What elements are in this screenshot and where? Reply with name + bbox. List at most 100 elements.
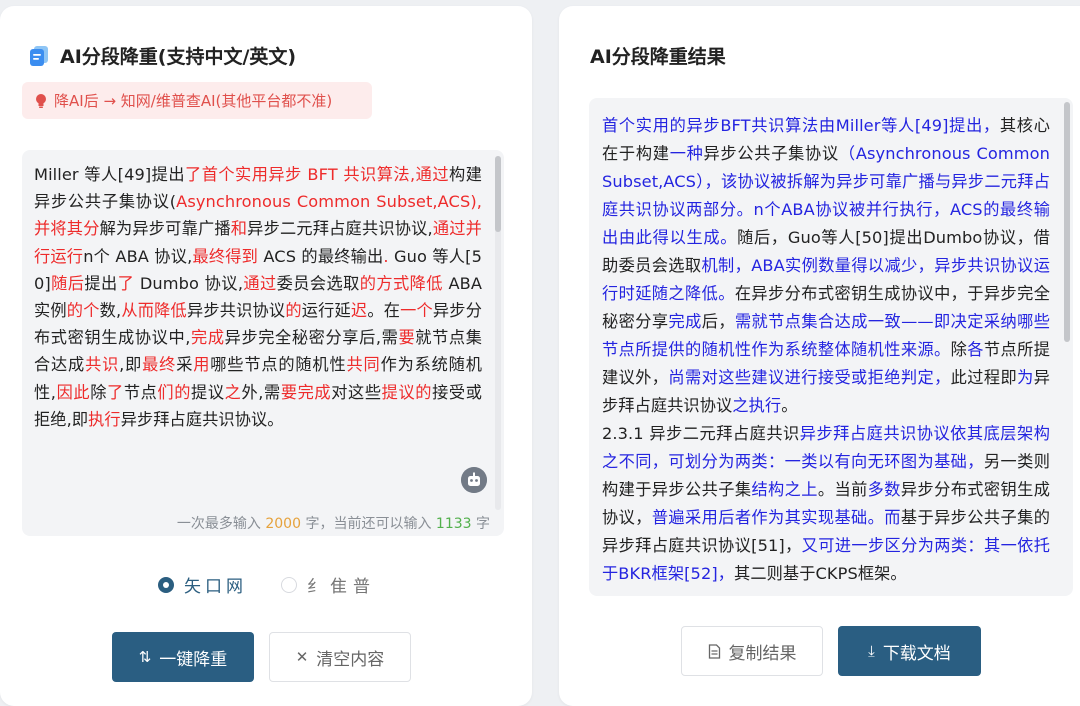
edited-text-segment: 多数	[867, 480, 901, 499]
radio-unchecked-icon	[281, 576, 297, 593]
edited-text-segment: 了	[107, 382, 124, 402]
dedupe-icon: ⇅	[138, 648, 152, 666]
result-textarea[interactable]: 首个实用的异步BFT共识算法由Miller等人[49]提出，其核心在于构建一种异…	[589, 98, 1073, 596]
text-segment: 采	[176, 355, 194, 375]
edited-text-segment: 了首个实用异步 BFT 共识算法,通过	[185, 165, 450, 184]
edited-text-segment: 和	[230, 219, 248, 239]
dedupe-button-label: 一键降重	[159, 649, 228, 670]
text-segment: 委员会选取	[276, 273, 360, 293]
radio-vip-label: 纟隹普	[307, 577, 376, 597]
edited-text-segment: 首个实用的异步BFT共识算法由Miller等人[49]提出，	[602, 116, 1000, 135]
input-panel-title: AI分段降重(支持中文/英文)	[60, 46, 297, 68]
edited-text-segment: 提议的	[381, 382, 433, 402]
dedupe-button[interactable]: ⇅ 一键降重	[112, 632, 254, 682]
edited-text-segment: 一个	[400, 301, 433, 321]
edited-text-segment: 共识	[85, 355, 120, 375]
radio-cnki-label: 矢口网	[184, 577, 247, 597]
result-panel-title: AI分段降重结果	[590, 46, 726, 68]
text-segment: 。	[781, 396, 798, 415]
edited-text-segment: 的个	[66, 301, 100, 321]
copy-button-label: 复制结果	[728, 643, 797, 664]
edited-text-segment: 最终	[142, 355, 177, 375]
text-segment: 后，	[701, 312, 735, 331]
edited-text-segment: 之	[224, 382, 242, 402]
text-segment: 除	[90, 382, 107, 402]
edited-text-segment: 最终得到	[192, 246, 259, 266]
result-text: 首个实用的异步BFT共识算法由Miller等人[49]提出，其核心在于构建一种异…	[602, 112, 1050, 588]
edited-text-segment: 的	[285, 301, 302, 321]
ai-detection-tip: 降AI后 → 知网/维普查AI(其他平台都不准)	[22, 82, 372, 119]
counter-mid: 字，当前还可以输入	[301, 516, 436, 532]
edited-text-segment: 要完成	[280, 382, 332, 402]
counter-prefix: 一次最多输入	[176, 516, 266, 532]
close-icon: ✕	[295, 648, 309, 666]
text-segment: 运行延	[301, 301, 351, 321]
edited-text-segment: 一种	[669, 144, 704, 163]
text-segment: 异步二元拜占庭共识协议,	[247, 219, 433, 239]
input-panel: AI分段降重(支持中文/英文) 降AI后 → 知网/维普查AI(其他平台都不准)…	[0, 6, 532, 706]
download-button-label: 下载文档	[882, 643, 951, 664]
text-segment: 除	[950, 340, 968, 359]
edited-text-segment: 尚需对这些建议进行接受或拒绝判定，	[668, 368, 951, 387]
text-segment: 异步公共子集协议	[703, 144, 839, 163]
text-segment: 外,需	[241, 382, 281, 402]
lightbulb-icon	[36, 93, 46, 108]
edited-text-segment: 因此	[56, 382, 91, 402]
edited-text-segment: 共同	[346, 355, 381, 375]
text-segment: 对这些	[331, 382, 382, 402]
input-scrollbar-thumb[interactable]	[495, 156, 501, 232]
document-icon	[30, 46, 48, 66]
text-segment: 。在	[367, 301, 401, 321]
text-segment: 其二则基于CKPS框架。	[734, 564, 907, 583]
edited-text-segment: 迟	[350, 301, 368, 321]
edited-text-segment: 之执行	[732, 396, 782, 415]
text-segment: ,即	[119, 355, 143, 375]
text-segment: 哪些节点的随机性	[210, 355, 347, 375]
text-segment: Dumbo 协议,	[134, 273, 244, 293]
clear-button[interactable]: ✕ 清空内容	[269, 632, 411, 682]
text-segment: n个 ABA 协议,	[83, 246, 193, 266]
counter-remaining: 1133	[435, 516, 472, 532]
edited-text-segment: 各	[967, 340, 984, 359]
text-segment: 提议	[191, 382, 225, 402]
radio-vip[interactable]: 纟隹普	[281, 572, 376, 597]
tip-text: 降AI后 → 知网/维普查AI(其他平台都不准)	[54, 92, 333, 110]
text-segment: 异步完全秘密分享后,需	[224, 328, 399, 348]
copy-icon	[708, 643, 720, 659]
edited-text-segment: 要	[398, 328, 416, 348]
text-segment: ACS 的最终输出	[258, 246, 384, 266]
text-segment: 节点	[123, 382, 158, 402]
edited-text-segment: 用	[193, 355, 211, 375]
text-segment: 数,	[99, 301, 122, 321]
edited-text-segment: 完成	[190, 328, 225, 348]
text-segment: 提出	[84, 273, 118, 293]
edited-text-segment: 为	[1017, 368, 1034, 387]
edited-text-segment: 结构之上	[751, 480, 818, 499]
counter-suffix: 字	[471, 516, 490, 532]
edited-text-segment: 了	[117, 273, 135, 293]
edited-text-segment: 完成	[668, 312, 702, 331]
text-segment: 异步拜占庭共识协议。	[120, 409, 284, 429]
text-segment: 2.3.1 异步二元拜占庭共识	[602, 424, 800, 443]
radio-cnki[interactable]: 矢口网	[158, 572, 247, 597]
radio-checked-icon	[158, 576, 174, 593]
edited-text-segment: 通过	[243, 273, 277, 293]
edited-text-segment: 普遍采用后者作为其实现基础。而	[651, 508, 901, 527]
edited-text-segment: 的方式降低	[359, 273, 443, 293]
text-segment: 此过程即	[950, 368, 1018, 387]
input-text: Miller 等人[49]提出了首个实用异步 BFT 共识算法,通过构建异步公共…	[34, 161, 482, 433]
text-segment: 解为异步可靠广播	[99, 219, 231, 239]
text-segment: 。当前	[817, 480, 868, 499]
edited-text-segment: 执行	[88, 409, 121, 429]
edited-text-segment: 从而降低	[121, 301, 187, 321]
result-panel: AI分段降重结果 首个实用的异步BFT共识算法由Miller等人[49]提出，其…	[559, 6, 1080, 706]
download-button[interactable]: ⤓ 下载文档	[838, 626, 981, 676]
copy-result-button[interactable]: 复制结果	[681, 626, 823, 676]
download-icon: ⤓	[868, 642, 875, 660]
platform-radio-group: 矢口网 纟隹普	[158, 572, 410, 597]
robot-icon[interactable]	[461, 467, 487, 493]
edited-text-segment: 随后	[50, 273, 85, 293]
result-scrollbar-thumb[interactable]	[1064, 102, 1070, 342]
counter-max: 2000	[265, 516, 301, 532]
input-textarea[interactable]: Miller 等人[49]提出了首个实用异步 BFT 共识算法,通过构建异步公共…	[22, 150, 504, 536]
